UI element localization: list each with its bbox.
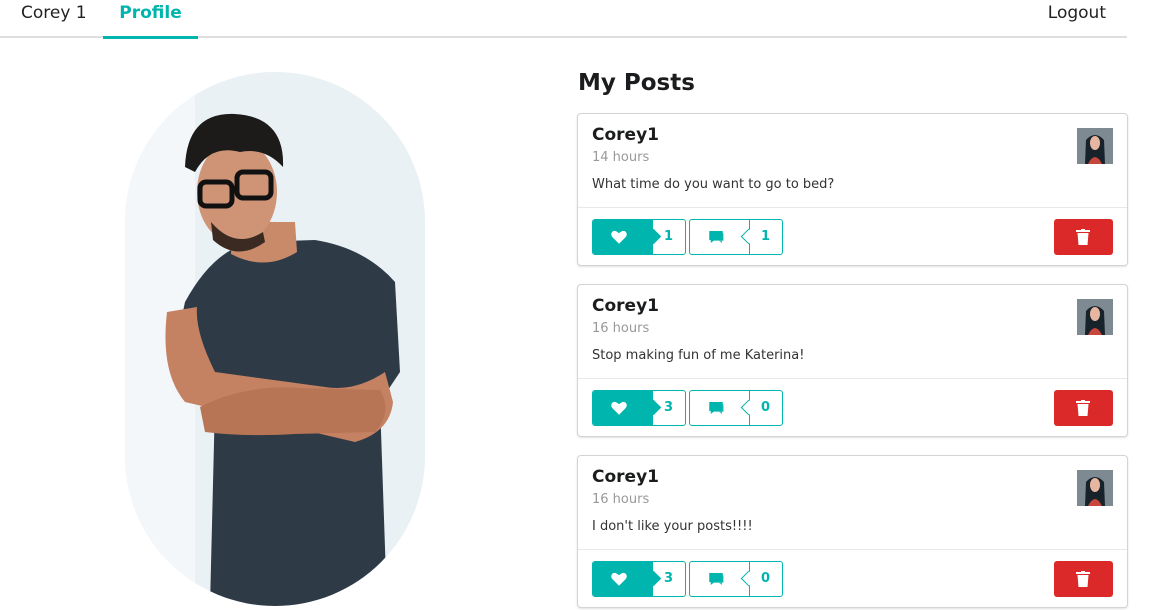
nav-item-profile[interactable]: Profile [103,0,198,39]
like-button[interactable]: 3 [592,390,686,426]
like-count: 3 [663,400,674,415]
like-button[interactable]: 1 [592,219,686,255]
profile-photo [125,72,425,606]
comment-count: 1 [760,229,771,244]
post-author[interactable]: Corey1 [592,467,659,487]
post-author-avatar[interactable] [1077,470,1113,506]
post-time: 14 hours [592,150,650,165]
post-author-avatar[interactable] [1077,128,1113,164]
post-divider [578,378,1127,379]
comment-count: 0 [760,400,771,415]
post-time: 16 hours [592,492,650,507]
post-author[interactable]: Corey1 [592,296,659,316]
like-icon-area [593,220,653,254]
nav-item-user[interactable]: Corey 1 [21,0,87,38]
post-time: 16 hours [592,321,650,336]
post-card: Corey1 16 hours I don't like your posts!… [577,455,1128,608]
post-card: Corey1 14 hours What time do you want to… [577,113,1128,266]
comment-icon [709,402,724,414]
comment-button[interactable]: 0 [689,390,783,426]
nav-item-logout[interactable]: Logout [1048,0,1106,38]
my-posts-heading: My Posts [578,70,695,96]
like-icon-area [593,391,653,425]
post-author-avatar[interactable] [1077,299,1113,335]
post-text: Stop making fun of me Katerina! [592,348,805,363]
heart-icon [611,572,627,586]
heart-icon [611,401,627,415]
delete-post-button[interactable] [1054,561,1113,597]
post-author[interactable]: Corey1 [592,125,659,145]
comment-button[interactable]: 1 [689,219,783,255]
like-count: 3 [663,571,674,586]
heart-icon [611,230,627,244]
comment-count: 0 [760,571,771,586]
post-divider [578,549,1127,550]
post-card: Corey1 16 hours Stop making fun of me Ka… [577,284,1128,437]
trash-icon [1076,571,1090,587]
delete-post-button[interactable] [1054,219,1113,255]
trash-icon [1076,229,1090,245]
post-text: I don't like your posts!!!! [592,519,753,534]
comment-button[interactable]: 0 [689,561,783,597]
post-text: What time do you want to go to bed? [592,177,835,192]
comment-icon [709,573,724,585]
comment-icon [709,231,724,243]
trash-icon [1076,400,1090,416]
top-nav: Corey 1 Profile Logout [0,0,1127,39]
like-count: 1 [663,229,674,244]
like-button[interactable]: 3 [592,561,686,597]
like-icon-area [593,562,653,596]
delete-post-button[interactable] [1054,390,1113,426]
post-divider [578,207,1127,208]
